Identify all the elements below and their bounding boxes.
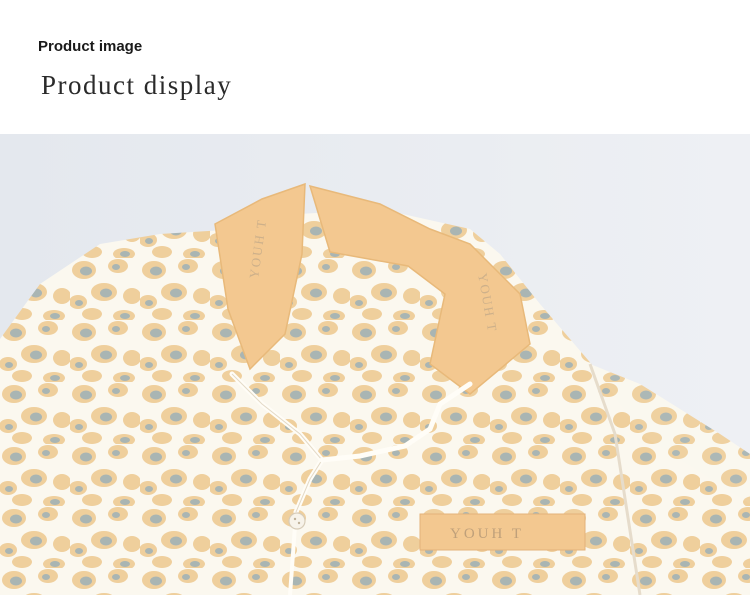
section-label: Product image <box>38 38 143 55</box>
header-section: Product image Product display <box>0 0 750 134</box>
product-photo: YOUH T YOUH T YOUH T <box>0 134 750 595</box>
pocket-embroidery: YOUH T <box>450 526 524 542</box>
shirt-button <box>288 512 306 530</box>
section-title: Product display <box>41 70 233 100</box>
pajama-shirt-illustration: YOUH T YOUH T YOUH T <box>0 134 750 595</box>
